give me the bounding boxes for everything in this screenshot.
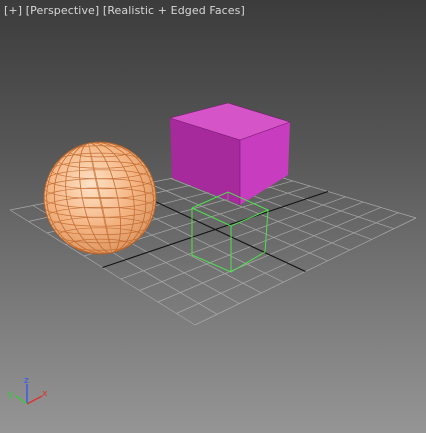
axis-z-label: z [24, 376, 29, 386]
axis-x-label: x [42, 389, 48, 399]
sphere-object[interactable] [34, 132, 167, 265]
box-object-magenta[interactable] [169, 102, 291, 205]
perspective-viewport[interactable]: [+] [Perspective] [Realistic + Edged Fac… [0, 0, 426, 433]
axis-tripod-icon: z y x [8, 376, 48, 405]
scene-canvas[interactable]: z y x [0, 0, 426, 433]
axis-y-label: y [8, 390, 14, 400]
